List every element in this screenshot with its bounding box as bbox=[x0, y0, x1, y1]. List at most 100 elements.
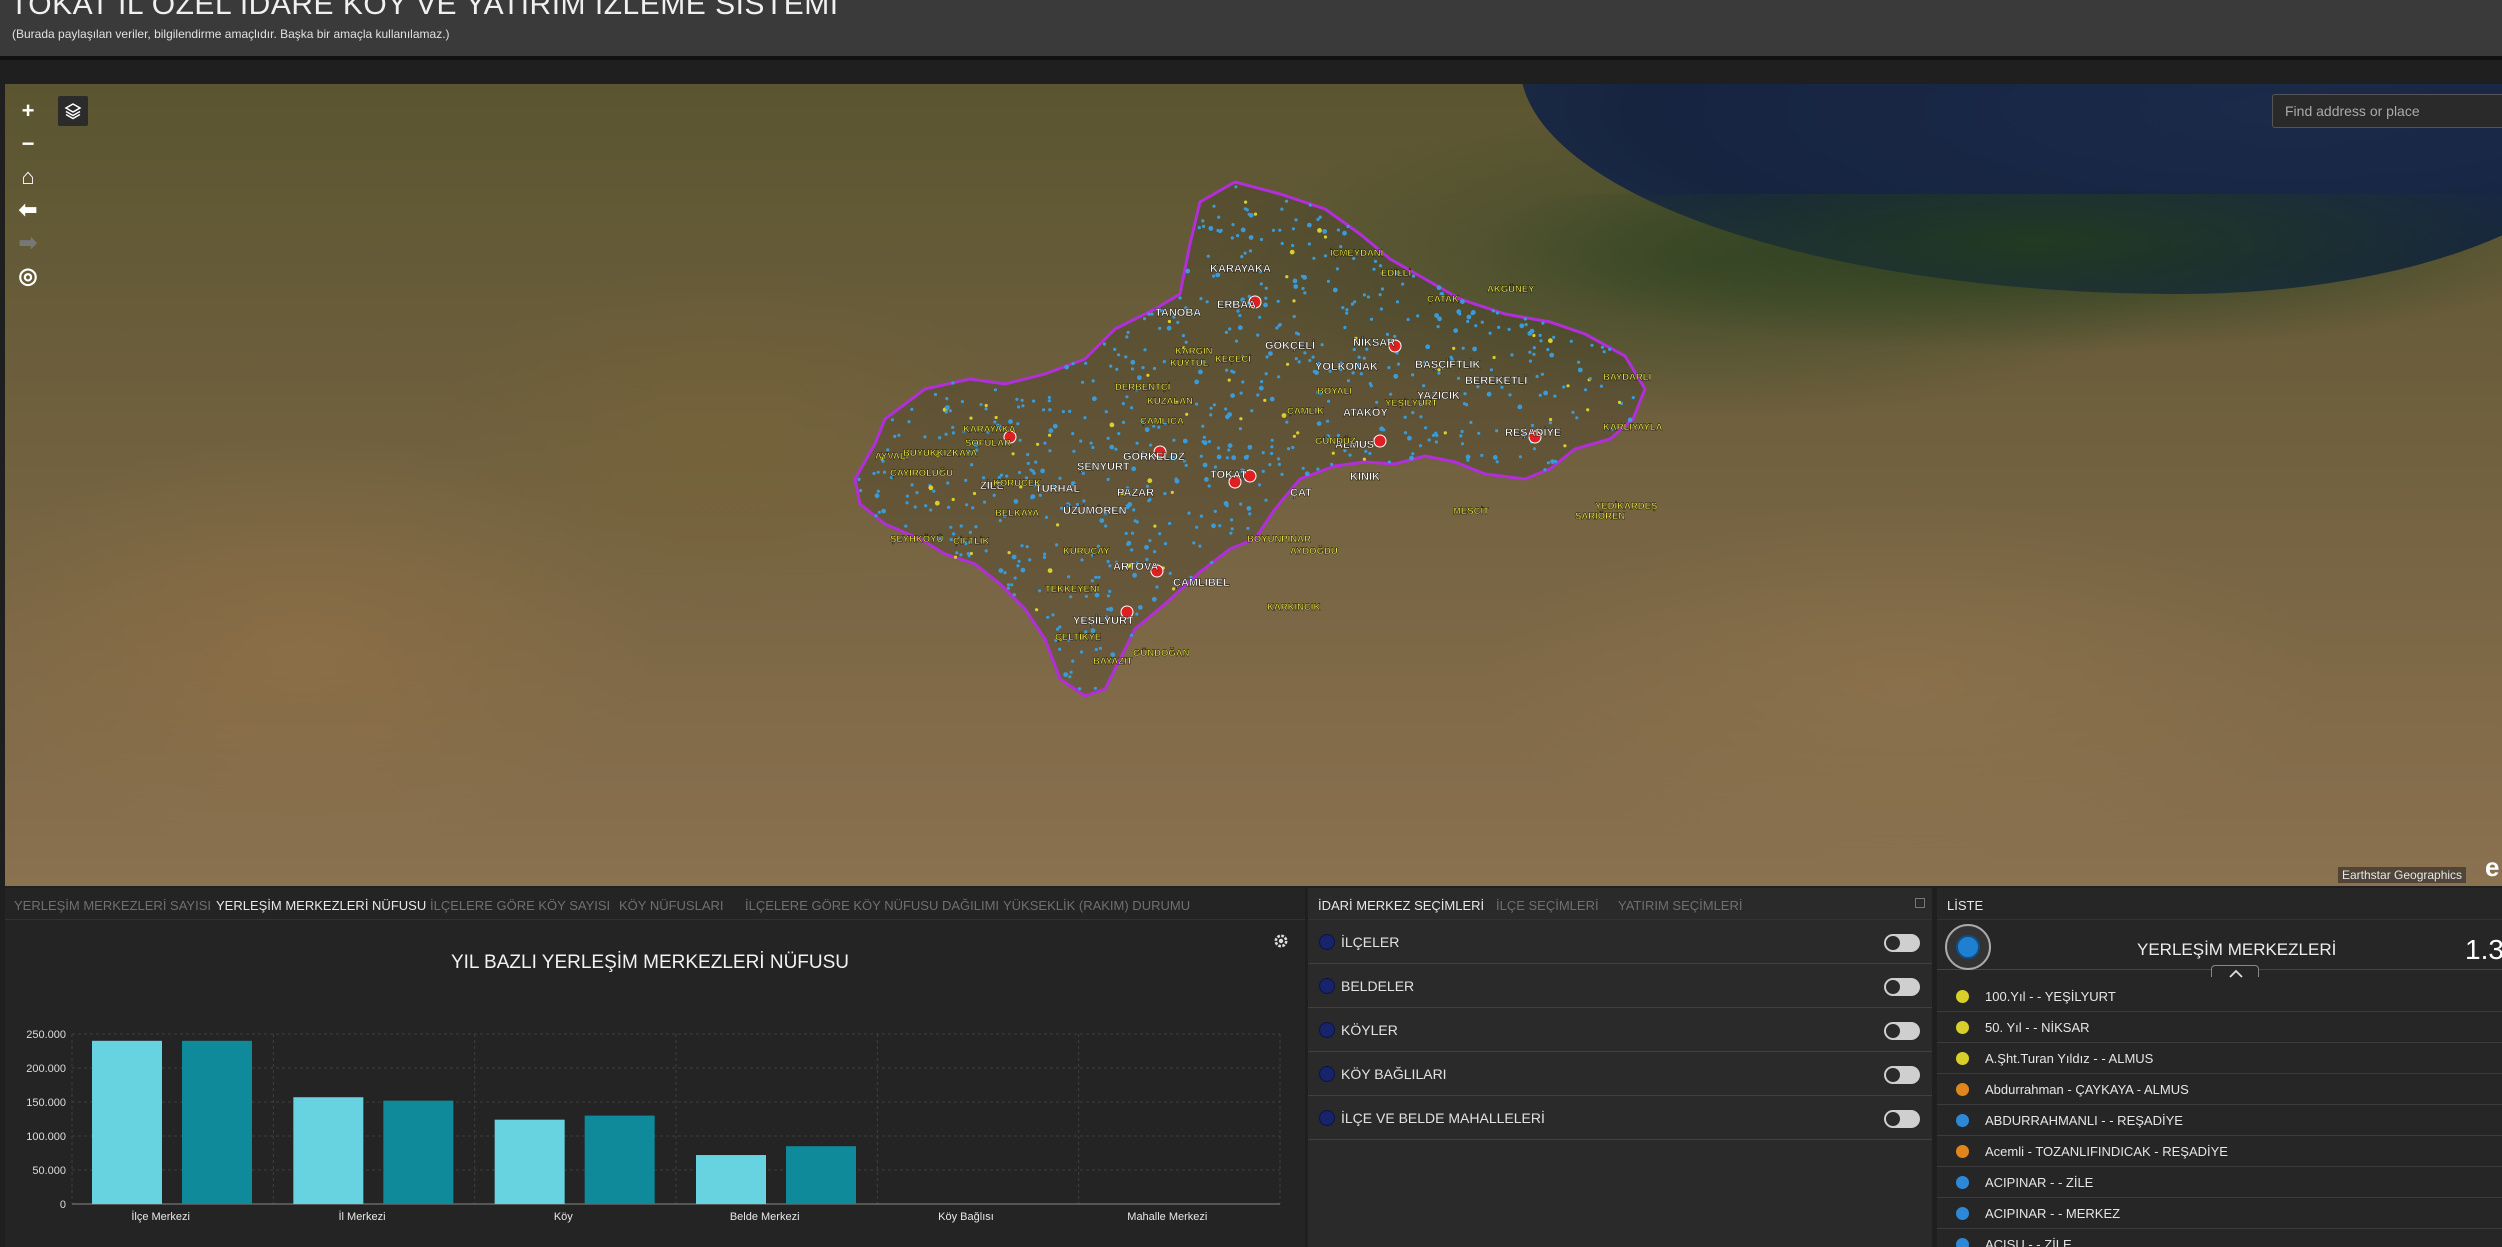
settlement-dot bbox=[1061, 410, 1065, 414]
zoom-in-button[interactable]: + bbox=[14, 94, 42, 127]
settlement-dot bbox=[1577, 367, 1583, 373]
list-item-label: 50. Yıl - - NİKSAR bbox=[1985, 1020, 2090, 1035]
list-item[interactable]: A.Şht.Turan Yıldız - - ALMUS bbox=[1937, 1043, 2502, 1074]
tab-ilce-secimleri[interactable]: İLÇE SEÇİMLERİ bbox=[1496, 898, 1599, 913]
settlement-dot bbox=[910, 407, 914, 411]
settlement-dot bbox=[1600, 345, 1604, 349]
settlement-label: TURHAL bbox=[1035, 483, 1080, 495]
settlement-dot bbox=[1549, 352, 1555, 358]
list-item[interactable]: ABDURRAHMANLI - - REŞADİYE bbox=[1937, 1105, 2502, 1136]
settlement-dot bbox=[1219, 228, 1223, 232]
settlement-dot bbox=[999, 473, 1004, 477]
settlement-dot bbox=[1090, 579, 1094, 583]
map-search-box[interactable] bbox=[2272, 94, 2502, 128]
settlement-dot bbox=[1198, 369, 1203, 375]
settlement-dot bbox=[1346, 224, 1350, 229]
locate-button[interactable]: ◎ bbox=[14, 259, 42, 292]
settlement-dot bbox=[1227, 448, 1231, 452]
y-tick-label: 0 bbox=[60, 1199, 66, 1211]
bar[interactable] bbox=[293, 1097, 364, 1204]
settlement-dot bbox=[1608, 347, 1612, 351]
list-item-label: Abdurrahman - ÇAYKAYA - ALMUS bbox=[1985, 1082, 2189, 1097]
toggle-row: KÖY BAĞLILARI bbox=[1308, 1052, 1932, 1096]
layer-toggle-switch[interactable] bbox=[1884, 1022, 1920, 1040]
settlement-dot bbox=[964, 478, 968, 482]
settlement-label: BEREKETLİ bbox=[1465, 374, 1527, 387]
list-item[interactable]: ACIPINAR - - MERKEZ bbox=[1937, 1198, 2502, 1229]
settlement-dot bbox=[1106, 594, 1110, 598]
forward-button[interactable]: ➡ bbox=[14, 226, 42, 259]
layer-toggle-switch[interactable] bbox=[1884, 1110, 1920, 1128]
settlement-dot bbox=[1092, 396, 1097, 402]
list-item[interactable]: ACIPINAR - - ZİLE bbox=[1937, 1167, 2502, 1198]
settlement-label: KARLIYAYLA bbox=[1603, 422, 1663, 433]
settlement-dot bbox=[1026, 461, 1030, 465]
settlement-dot bbox=[1036, 442, 1040, 446]
settlement-dot bbox=[1456, 309, 1462, 315]
search-input[interactable] bbox=[2273, 95, 2502, 127]
settlement-dot bbox=[1489, 368, 1493, 372]
tab-liste[interactable]: LİSTE bbox=[1947, 898, 1983, 913]
zoom-out-button[interactable]: − bbox=[14, 127, 42, 160]
settlement-dot bbox=[1323, 254, 1328, 258]
layer-toggle-switch[interactable] bbox=[1884, 1066, 1920, 1084]
bar[interactable] bbox=[92, 1040, 162, 1204]
settlement-dot bbox=[1393, 373, 1399, 379]
settlement-dot bbox=[1158, 532, 1162, 536]
settlement-dot bbox=[872, 471, 876, 476]
settlement-dot bbox=[972, 491, 977, 496]
settlement-label: YEDİKARDEŞ bbox=[1595, 501, 1657, 512]
settlement-dot bbox=[1387, 366, 1391, 370]
bar[interactable] bbox=[182, 1040, 252, 1204]
settlement-dot bbox=[1586, 408, 1590, 412]
settlement-dot bbox=[1286, 362, 1290, 366]
bar[interactable] bbox=[494, 1119, 565, 1204]
settlement-label: GÖKÇELİ bbox=[1265, 339, 1315, 352]
y-tick-label: 150.000 bbox=[26, 1097, 66, 1109]
settlement-dot bbox=[1236, 234, 1240, 238]
settlement-dot bbox=[1527, 331, 1533, 336]
list-item[interactable]: 100.Yıl - - YEŞİLYURT bbox=[1937, 981, 2502, 1012]
list-item[interactable]: 50. Yıl - - NİKSAR bbox=[1937, 1012, 2502, 1043]
bar[interactable] bbox=[383, 1100, 454, 1204]
tab-yatirim-secimleri[interactable]: YATIRIM SEÇİMLERİ bbox=[1618, 898, 1742, 913]
back-button[interactable]: ⬅ bbox=[14, 193, 42, 226]
settlement-dot bbox=[1548, 421, 1552, 425]
settlement-dot bbox=[923, 435, 927, 439]
settlement-dot bbox=[1197, 226, 1201, 230]
settlement-dot bbox=[1210, 560, 1214, 565]
layers-button[interactable] bbox=[58, 96, 88, 126]
layer-color-icon bbox=[1319, 1110, 1335, 1126]
list-item[interactable]: Acemli - TOZANLIFINDICAK - REŞADİYE bbox=[1937, 1136, 2502, 1167]
bar[interactable] bbox=[786, 1146, 856, 1204]
list-item[interactable]: ACISU - - ZİLE bbox=[1937, 1229, 2502, 1247]
layer-symbol-icon[interactable] bbox=[1945, 924, 1991, 970]
chevron-up-icon bbox=[2229, 969, 2243, 978]
settlement-dot bbox=[1238, 427, 1242, 431]
settlement-type-icon bbox=[1956, 1145, 1969, 1158]
settlement-dot bbox=[1477, 431, 1481, 435]
bar[interactable] bbox=[584, 1115, 655, 1204]
settlement-label: ÇİFTLİK bbox=[953, 536, 990, 547]
settlement-dot bbox=[1198, 544, 1202, 548]
settlement-dot bbox=[1301, 286, 1305, 291]
list-item[interactable]: Abdurrahman - ÇAYKAYA - ALMUS bbox=[1937, 1074, 2502, 1105]
layer-toggle-switch[interactable] bbox=[1884, 978, 1920, 996]
settlement-dot bbox=[1135, 441, 1139, 445]
settlement-dot bbox=[1130, 359, 1136, 365]
settlement-dot bbox=[1528, 350, 1532, 354]
settlement-dot bbox=[1345, 311, 1349, 315]
maximize-icon[interactable] bbox=[1915, 898, 1925, 908]
settlement-dot bbox=[1258, 385, 1264, 391]
settlement-type-icon bbox=[1956, 1114, 1969, 1127]
selection-tabs: İDARİ MERKEZ SEÇİMLERİ İLÇE SEÇİMLERİ YA… bbox=[1308, 888, 1932, 920]
layer-toggle-switch[interactable] bbox=[1884, 934, 1920, 952]
settlement-dot bbox=[1562, 385, 1566, 389]
toggle-label: KÖYLER bbox=[1341, 1022, 1398, 1038]
map-view[interactable]: KARAYAKA TANOBA ERBAA NİKSAR YOLKONAK BAŞÇİFT… bbox=[5, 84, 2502, 886]
home-button[interactable]: ⌂ bbox=[14, 160, 42, 193]
settlement-label: KEÇECİ bbox=[1215, 354, 1251, 365]
collapse-handle[interactable] bbox=[2211, 965, 2259, 978]
bar[interactable] bbox=[696, 1155, 766, 1204]
tab-idari-merkez-secimleri[interactable]: İDARİ MERKEZ SEÇİMLERİ bbox=[1318, 898, 1484, 913]
